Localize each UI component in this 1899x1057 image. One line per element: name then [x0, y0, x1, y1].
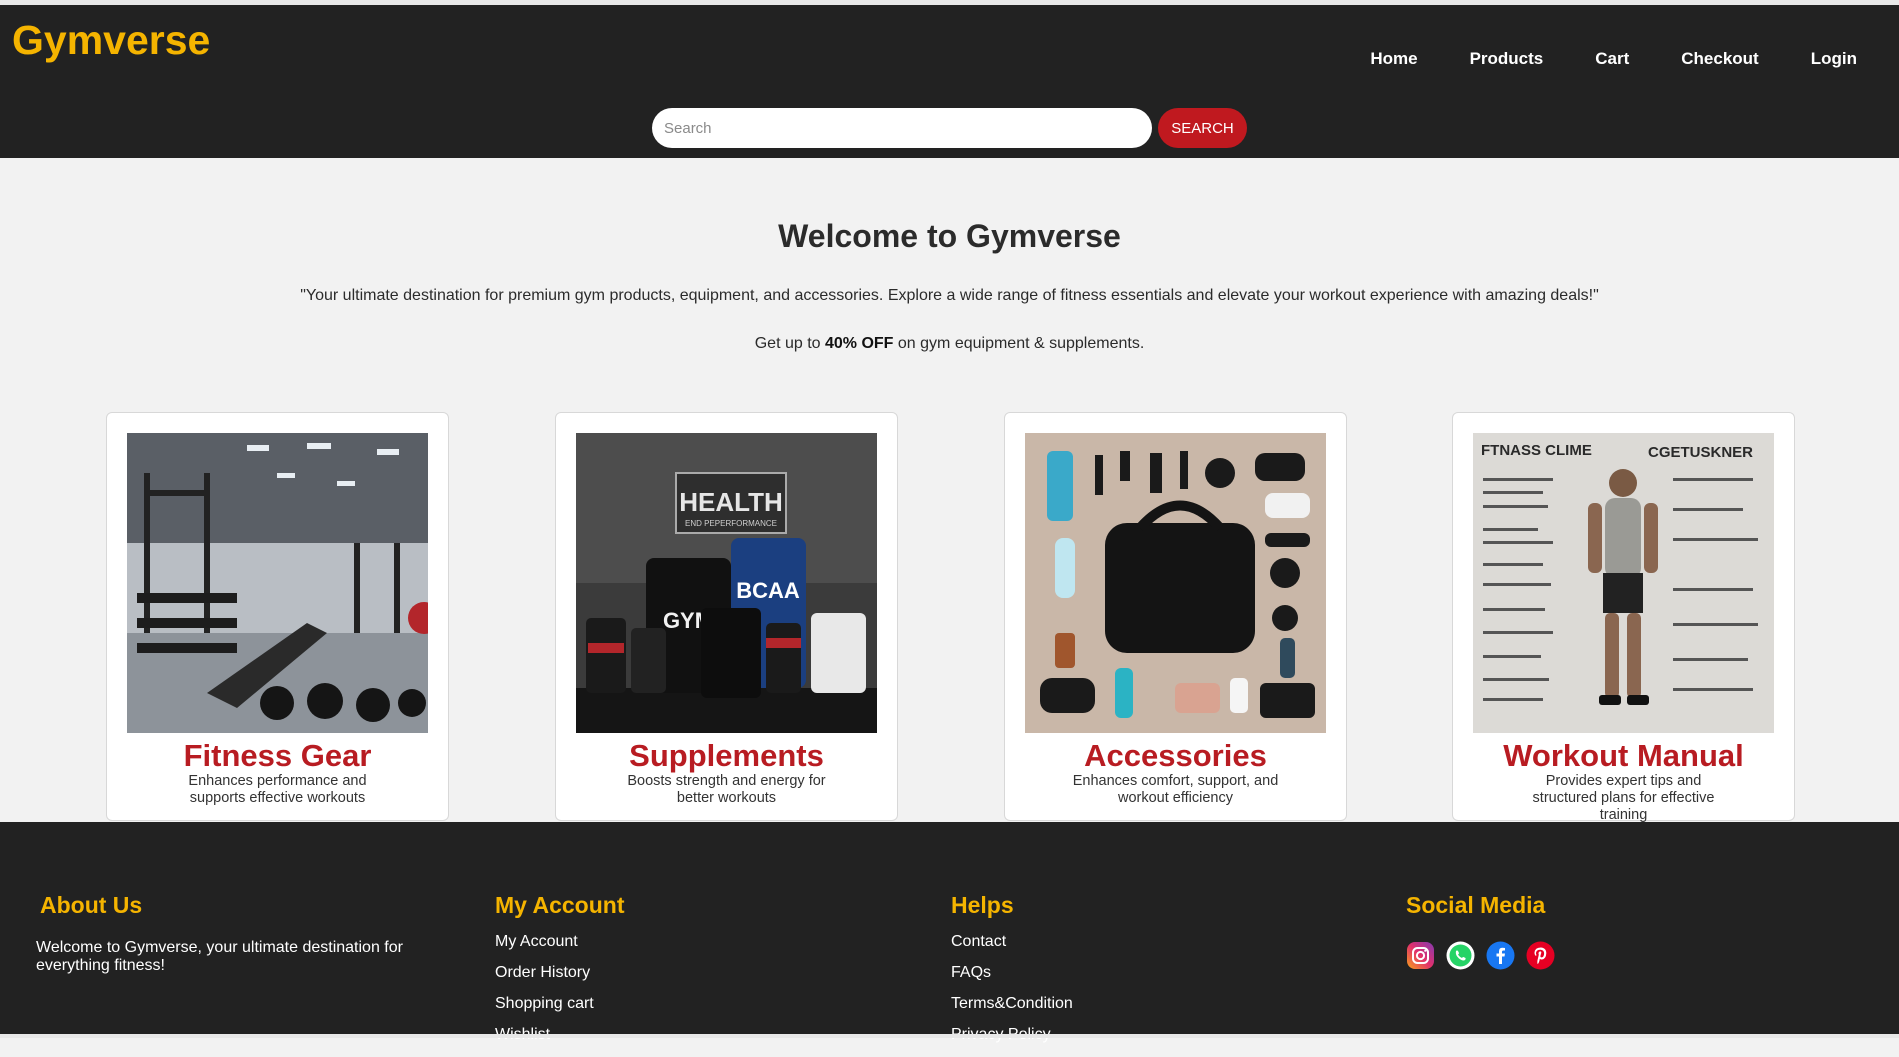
accessories-image [1025, 433, 1326, 733]
bottom-border [0, 1034, 1899, 1038]
footer-about-text: Welcome to Gymverse, your ultimate desti… [36, 939, 403, 974]
footer-about: About Us Welcome to Gymverse, your ultim… [36, 892, 416, 975]
main-nav: Home Products Cart Checkout Login [1318, 49, 1857, 69]
footer-link-contact[interactable]: Contact [951, 933, 1073, 964]
nav-products[interactable]: Products [1470, 49, 1544, 69]
footer-about-title: About Us [40, 892, 143, 918]
footer-link-my-account[interactable]: My Account [495, 933, 625, 964]
supplements-sign-text: HEALTH [679, 487, 783, 517]
category-card-workout-manual[interactable]: FTNASS CLIME CGETUSKNER Workout Manual P… [1452, 412, 1795, 823]
category-card-accessories[interactable]: Accessories Enhances comfort, support, a… [1004, 412, 1347, 821]
nav-checkout[interactable]: Checkout [1681, 49, 1758, 69]
card-title[interactable]: Workout Manual [1453, 738, 1794, 774]
manual-header-right: CGETUSKNER [1648, 444, 1753, 461]
supplements-image: HEALTH END PEPERFORMANCE GYM BCAA [576, 433, 877, 733]
category-card-supplements[interactable]: HEALTH END PEPERFORMANCE GYM BCAA Supple… [555, 412, 898, 821]
card-description: Enhances performance and supports effect… [188, 773, 367, 806]
search-input[interactable] [652, 108, 1152, 148]
promo-prefix: Get up to [754, 335, 825, 352]
search-button[interactable]: SEARCH [1158, 108, 1247, 148]
footer-social-title: Social Media [1406, 892, 1546, 918]
footer-help-title: Helps [951, 892, 1014, 918]
footer-link-order-history[interactable]: Order History [495, 964, 625, 995]
category-cards: Fitness Gear Enhances performance and su… [106, 412, 1796, 823]
footer-account-title: My Account [495, 892, 625, 918]
hero-tagline: "Your ultimate destination for premium g… [300, 287, 1599, 304]
footer-link-privacy[interactable]: Privacy Policy [951, 1026, 1073, 1057]
card-title[interactable]: Supplements [556, 738, 897, 774]
hero-section: Welcome to Gymverse "Your ultimate desti… [0, 158, 1899, 353]
promo-text: Get up to 40% OFF on gym equipment & sup… [0, 335, 1899, 353]
nav-login[interactable]: Login [1811, 49, 1857, 69]
page-title: Welcome to Gymverse [778, 218, 1121, 254]
manual-header-left: FTNASS CLIME [1481, 442, 1592, 459]
pinterest-icon[interactable] [1526, 941, 1555, 970]
search-bar: SEARCH [652, 108, 1247, 148]
card-description: Enhances comfort, support, and workout e… [1072, 773, 1279, 806]
footer-help: Helps Contact FAQs Terms&Condition Priva… [951, 892, 1073, 1057]
whatsapp-icon[interactable] [1446, 941, 1475, 970]
nav-home[interactable]: Home [1370, 49, 1417, 69]
footer-account: My Account My Account Order History Shop… [495, 892, 625, 1057]
footer-link-terms[interactable]: Terms&Condition [951, 995, 1073, 1026]
bcaa-label: BCAA [736, 578, 800, 603]
supplements-sign-sub: END PEPERFORMANCE [685, 519, 777, 528]
promo-suffix: on gym equipment & supplements. [893, 335, 1145, 352]
footer-social: Social Media [1406, 892, 1555, 970]
footer-link-faqs[interactable]: FAQs [951, 964, 1073, 995]
card-title[interactable]: Fitness Gear [107, 738, 448, 774]
workout-manual-image: FTNASS CLIME CGETUSKNER [1473, 433, 1774, 733]
logo[interactable]: Gymverse [12, 17, 210, 64]
site-header: Gymverse Home Products Cart Checkout Log… [0, 5, 1899, 158]
category-card-fitness-gear[interactable]: Fitness Gear Enhances performance and su… [106, 412, 449, 821]
card-title[interactable]: Accessories [1005, 738, 1346, 774]
nav-cart[interactable]: Cart [1595, 49, 1629, 69]
card-description: Boosts strength and energy for better wo… [627, 773, 826, 806]
site-footer: About Us Welcome to Gymverse, your ultim… [0, 822, 1899, 1043]
footer-link-wishlist[interactable]: Wishlist [495, 1026, 625, 1057]
promo-discount: 40% OFF [824, 335, 894, 352]
fitness-gear-image [127, 433, 428, 733]
instagram-icon[interactable] [1406, 941, 1435, 970]
footer-link-shopping-cart[interactable]: Shopping cart [495, 995, 625, 1026]
facebook-icon[interactable] [1486, 941, 1515, 970]
card-description: Provides expert tips and structured plan… [1532, 773, 1715, 823]
